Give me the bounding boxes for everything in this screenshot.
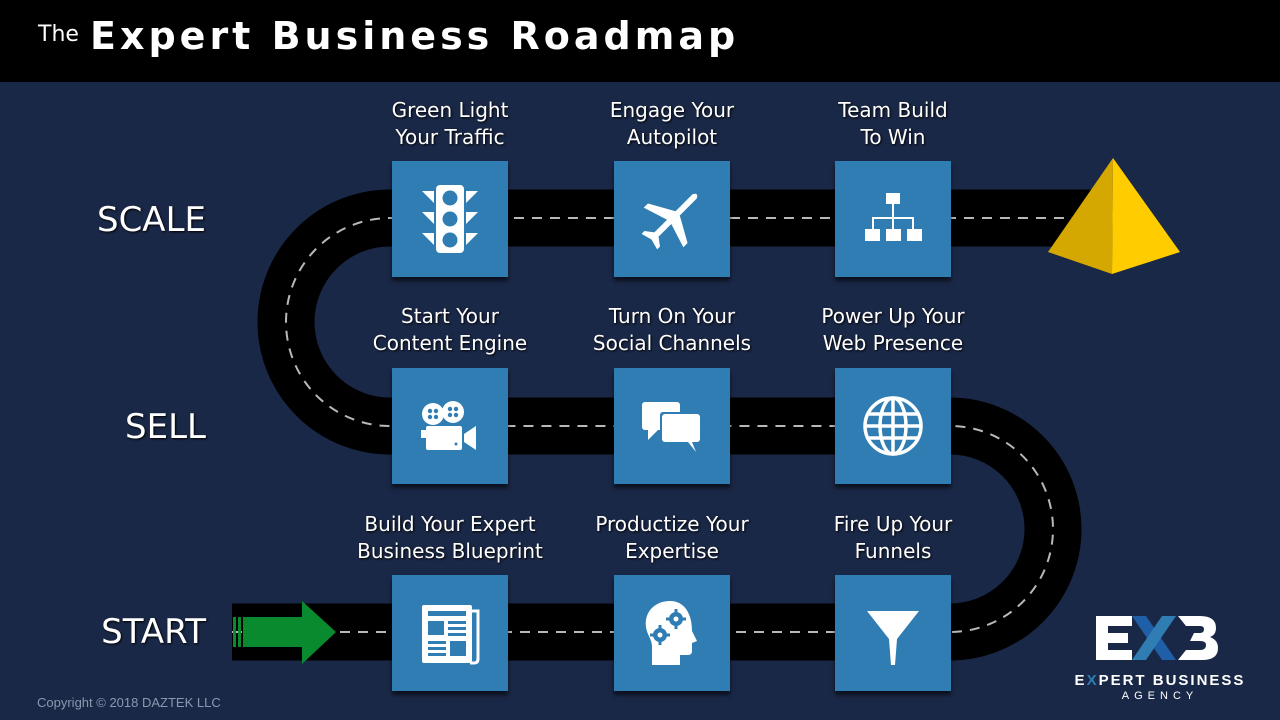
org-chart-icon <box>865 193 922 241</box>
exb-logo-mark <box>1096 616 1218 660</box>
step-label-green-light: Green Light Your Traffic <box>340 97 560 151</box>
stage-label-sell: SELL <box>125 407 206 447</box>
step-label-line2: Funnels <box>854 539 932 563</box>
step-tile-social-channels[interactable] <box>614 368 730 484</box>
step-label-line2: Web Presence <box>822 331 964 355</box>
newspaper-icon <box>422 605 480 665</box>
logo-text-line2: AGENCY <box>1121 690 1199 702</box>
step-label-line2: Expertise <box>625 539 719 563</box>
step-label-line1: Turn On Your <box>608 304 736 328</box>
stage-label-start: START <box>101 612 206 652</box>
step-label-line1: Start Your <box>401 304 499 328</box>
step-label-content-engine: Start Your Content Engine <box>340 303 560 357</box>
logo-letter-x: X <box>1086 672 1099 689</box>
copyright-text: Copyright © 2018 DAZTEK LLC <box>37 695 221 710</box>
traffic-light-icon <box>422 185 478 253</box>
step-label-social-channels: Turn On Your Social Channels <box>562 303 782 357</box>
globe-icon <box>863 396 923 456</box>
step-tile-team-build[interactable] <box>835 161 951 277</box>
step-label-line2: Business Blueprint <box>357 539 543 563</box>
step-tile-web-presence[interactable] <box>835 368 951 484</box>
step-label-line1: Productize Your <box>595 512 749 536</box>
step-label-funnels: Fire Up Your Funnels <box>783 511 1003 565</box>
agency-logo: EXPERT BUSINESS AGENCY <box>1060 612 1260 712</box>
step-tile-content-engine[interactable] <box>392 368 508 484</box>
step-label-line1: Engage Your <box>609 98 735 122</box>
step-label-productize: Productize Your Expertise <box>562 511 782 565</box>
step-label-line2: To Win <box>860 125 926 149</box>
step-label-blueprint: Build Your Expert Business Blueprint <box>340 511 560 565</box>
step-tile-autopilot[interactable] <box>614 161 730 277</box>
step-label-line2: Your Traffic <box>395 125 505 149</box>
step-tile-green-light[interactable] <box>392 161 508 277</box>
step-label-line1: Fire Up Your <box>833 512 953 536</box>
stage-label-scale: SCALE <box>96 200 206 240</box>
head-gears-icon <box>645 601 697 665</box>
step-label-line2: Content Engine <box>372 331 528 355</box>
logo-text: PERT BUSINESS <box>1098 672 1246 689</box>
step-tile-funnels[interactable] <box>835 575 951 691</box>
chat-bubbles-icon <box>642 402 702 452</box>
step-tile-blueprint[interactable] <box>392 575 508 691</box>
step-label-team-build: Team Build To Win <box>783 97 1003 151</box>
video-camera-icon <box>421 401 476 450</box>
step-label-line2: Social Channels <box>592 331 752 355</box>
logo-letter: E <box>1074 672 1087 689</box>
step-label-line1: Green Light <box>391 98 509 122</box>
step-label-autopilot: Engage Your Autopilot <box>562 97 782 151</box>
step-label-line2: Autopilot <box>626 125 718 149</box>
step-label-web-presence: Power Up Your Web Presence <box>783 303 1003 357</box>
step-label-line1: Power Up Your <box>821 304 965 328</box>
logo-text-line1: EXPERT BUSINESS <box>1060 672 1260 689</box>
step-tile-productize[interactable] <box>614 575 730 691</box>
step-label-line1: Team Build <box>838 98 948 122</box>
funnel-icon <box>867 611 919 665</box>
airplane-icon <box>641 193 698 250</box>
step-label-line1: Build Your Expert <box>364 512 536 536</box>
